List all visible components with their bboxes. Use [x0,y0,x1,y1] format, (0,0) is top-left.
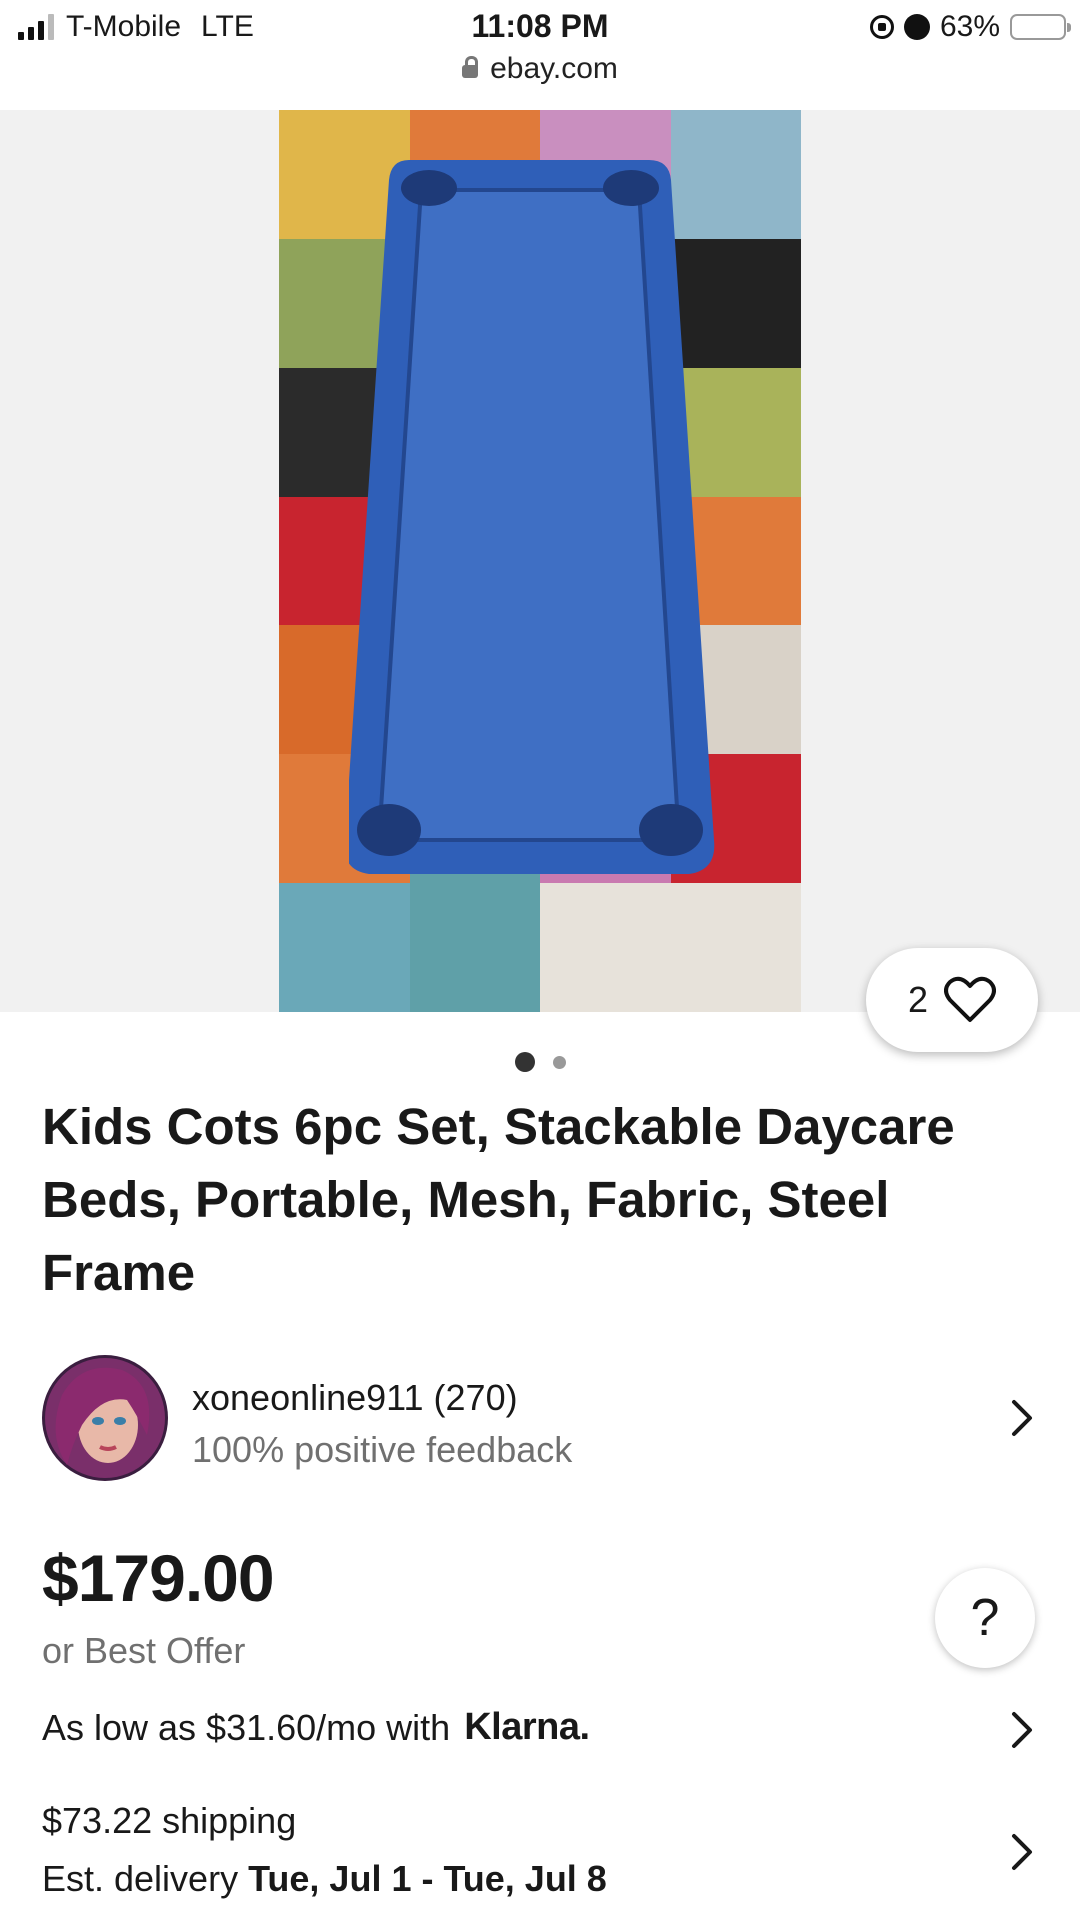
help-button[interactable]: ? [935,1568,1035,1668]
seller-feedback: 100% positive feedback [192,1429,573,1470]
klarna-text: As low as $31.60/mo with [42,1706,451,1748]
image-gallery[interactable] [0,110,1080,1012]
klarna-financing-row[interactable]: As low as $31.60/mo with Klarna. [42,1706,590,1749]
chevron-right-icon[interactable] [1002,1710,1042,1750]
orientation-lock-icon [869,15,894,39]
lock-icon [462,56,479,78]
pagination-dot-active[interactable] [514,1052,535,1072]
listing-title: Kids Cots 6pc Set, Stackable Daycare Bed… [42,1098,955,1301]
question-icon: ? [970,1589,1000,1647]
favorite-button[interactable]: 2 [866,948,1038,1052]
seller-avatar[interactable] [42,1355,168,1481]
favorite-count: 2 [907,979,929,1020]
chevron-right-icon[interactable] [1002,1398,1042,1438]
estimated-delivery: Est. delivery Tue, Jul 1 - Tue, Jul 8 [42,1858,607,1900]
url-label: ebay.com [490,52,618,85]
delivery-prefix: Est. delivery [42,1858,239,1899]
address-bar[interactable]: ebay.com [0,52,1080,86]
alarm-icon [903,14,930,40]
battery-icon [1010,14,1071,40]
product-photo[interactable] [279,110,801,1012]
pagination-dot[interactable] [552,1055,566,1069]
gallery-pagination[interactable] [0,1052,1080,1072]
price: $179.00 [42,1541,275,1615]
status-right: 63% [869,10,1071,44]
seller-row[interactable]: xoneonline911 (270) 100% positive feedba… [42,1355,1038,1481]
delivery-dates: Tue, Jul 1 - Tue, Jul 8 [248,1858,607,1899]
battery-percent: 63% [939,10,1000,43]
klarna-logo: Klarna. [464,1706,590,1748]
avatar-image [42,1355,168,1481]
chevron-right-icon[interactable] [1002,1832,1042,1872]
status-bar: T-Mobile LTE 11:08 PM ebay.com 63% [0,0,1080,111]
heart-outline-icon [944,976,997,1022]
best-offer-label: or Best Offer [42,1630,246,1671]
shipping-cost: $73.22 shipping [42,1800,297,1841]
cot-illustration [349,160,715,874]
seller-name[interactable]: xoneonline911 (270) [192,1377,518,1419]
